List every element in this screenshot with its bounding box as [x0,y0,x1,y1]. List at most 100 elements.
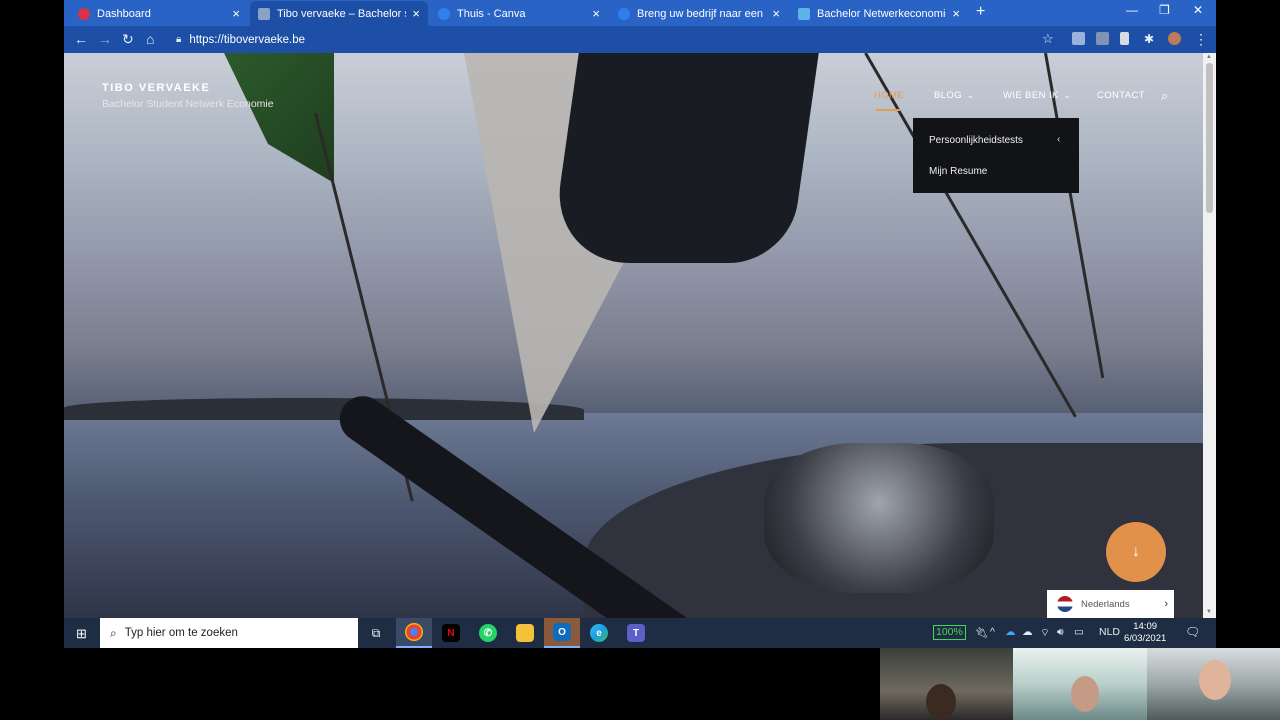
task-view-icon: ⧉ [371,625,381,640]
nav-wie-ben-ik[interactable]: WIE BEN IK ⌄ [1003,90,1071,101]
page-scrollbar[interactable]: ▲ ▼ [1203,53,1216,618]
task-view-button[interactable]: ⧉ [358,618,394,648]
windows-start-icon[interactable]: ⊞ [76,626,87,642]
forward-arrow-icon[interactable]: → [98,30,112,48]
windows-taskbar: ⊞ ⌕ Typ hier om te zoeken ⧉ N ✆ O e T 10… [64,618,1216,648]
bookmark-star-icon[interactable]: ☆ [1042,30,1054,48]
scroll-down-button[interactable]: ↓ [1106,522,1166,582]
search-icon: ⌕ [110,625,117,640]
canva-favicon-icon [438,7,450,20]
home-icon[interactable]: ⌂ [146,30,154,48]
video-participant-3 [1147,648,1280,720]
netflix-icon: N [442,624,460,642]
nav-home[interactable]: HOME [874,90,904,101]
participant-head [926,684,956,720]
extension-notes-icon[interactable] [1120,32,1129,45]
close-icon[interactable]: × [952,6,960,21]
taskbar-search-box[interactable]: ⌕ Typ hier om te zoeken [100,618,358,648]
participant-head [1199,660,1231,700]
address-bar[interactable]: 🔒︎ https://tibovervaeke.be [168,28,1056,51]
extension-icon[interactable] [1072,32,1085,45]
hero-image-winch [764,443,994,593]
onedrive-cloud-icon[interactable]: ☁ [1005,626,1016,638]
input-language[interactable]: NLD [1099,626,1120,638]
canva-favicon-icon [618,7,630,20]
site-tagline: Bachelor Student Netwerk Economie [102,98,274,110]
tab-canva[interactable]: Thuis - Canva × [430,1,608,26]
participant-head [1071,676,1099,712]
nav-active-underline [876,109,900,111]
cloud-icon[interactable]: ☁ [1022,626,1033,638]
extensions-puzzle-icon[interactable]: ✱ [1144,30,1154,48]
clock-date: 6/03/2021 [1124,633,1167,644]
nav-blog[interactable]: BLOG ⌄ [934,90,974,101]
taskbar-outlook[interactable]: O [544,618,580,648]
school-favicon-icon [798,7,810,20]
nav-contact[interactable]: CONTACT [1097,90,1145,101]
scroll-up-arrow-icon[interactable]: ▲ [1206,54,1212,60]
folder-icon [516,624,534,642]
volume-icon[interactable]: 🔊︎ [1057,626,1064,639]
url-text: https://tibovervaeke.be [189,33,306,46]
restore-icon[interactable]: ❐ [1159,3,1170,17]
reload-icon[interactable]: ↻ [122,30,134,48]
taskbar-clock[interactable]: 14:09 6/03/2021 [1124,621,1166,645]
website-hero: TIBO VERVAEKE Bachelor Student Netwerk E… [64,53,1203,618]
chevron-down-icon: ⌄ [967,91,975,100]
search-icon[interactable]: ⌕ [1161,88,1168,104]
notification-icon[interactable]: 🗨︎ [1185,625,1200,639]
close-icon[interactable]: × [592,6,600,21]
dashboard-favicon-icon [78,7,90,20]
taskbar-edge[interactable]: e [581,618,617,648]
dropdown-item-mijn-resume[interactable]: Mijn Resume [929,166,987,177]
profile-avatar[interactable] [1168,32,1181,45]
outlook-icon: O [553,623,571,641]
tab-dashboard[interactable]: Dashboard × [70,1,248,26]
scroll-down-arrow-icon[interactable]: ▼ [1206,609,1212,615]
screen: Dashboard × Tibo vervaeke – Bachelor stu… [64,0,1216,648]
edge-icon: e [590,624,608,642]
wifi-icon[interactable]: ⌔ [1040,626,1050,640]
hero-image-dark-sail [549,53,819,263]
taskbar-file-explorer[interactable] [507,618,543,648]
netherlands-flag-icon [1057,596,1073,612]
chevron-up-icon[interactable]: ^ [990,626,995,638]
whatsapp-icon: ✆ [479,624,497,642]
battery-percentage[interactable]: 100% [933,625,966,640]
video-participant-1 [880,648,1013,720]
language-switcher[interactable]: Nederlands › [1047,590,1174,618]
clock-time: 14:09 [1133,621,1158,632]
menu-kebab-icon[interactable]: ⋮ [1194,30,1208,48]
chevron-left-icon[interactable]: ‹ [1057,134,1060,145]
extension-help-icon[interactable] [1096,32,1109,45]
close-icon[interactable]: × [412,6,420,21]
site-title[interactable]: TIBO VERVAEKE [102,82,210,94]
scrollbar-thumb[interactable] [1206,63,1213,213]
battery-icon[interactable]: ▭ [1074,626,1084,638]
taskbar-whatsapp[interactable]: ✆ [470,618,506,648]
taskbar-netflix[interactable]: N [433,618,469,648]
window-close-icon[interactable]: ✕ [1193,3,1203,17]
taskbar-chrome[interactable] [396,618,432,648]
plug-icon[interactable]: 🔌︎ [975,626,988,639]
wie-ben-ik-dropdown: Persoonlijkheidstests ‹ Mijn Resume [913,118,1079,193]
chevron-right-icon: › [1164,598,1168,610]
tab-strip: Dashboard × Tibo vervaeke – Bachelor stu… [64,0,1216,26]
close-icon[interactable]: × [232,6,240,21]
minimize-icon[interactable]: — [1126,3,1138,17]
tab-tibo-vervaeke[interactable]: Tibo vervaeke – Bachelor studen × [250,1,428,26]
new-tab-plus-icon[interactable]: + [976,3,985,21]
tab-breng-uw-bedrijf[interactable]: Breng uw bedrijf naar een - 2048 × [610,1,788,26]
site-favicon-icon [258,7,270,20]
tab-bachelor-netwerkeconomie[interactable]: Bachelor Netwerkeconomie | Ho × [790,1,968,26]
browser-toolbar: ← → ↻ ⌂ 🔒︎ https://tibovervaeke.be ☆ ✱ ⋮ [64,26,1216,53]
close-icon[interactable]: × [772,6,780,21]
video-participant-2 [1013,648,1147,720]
teams-icon: T [627,624,645,642]
hero-image-stay [1044,53,1105,379]
dropdown-item-persoonlijkheidstests[interactable]: Persoonlijkheidstests [929,135,1023,146]
back-arrow-icon[interactable]: ← [74,30,88,48]
taskbar-teams[interactable]: T [618,618,654,648]
lock-icon: 🔒︎ [176,34,182,45]
hero-image-stay [864,53,1077,418]
